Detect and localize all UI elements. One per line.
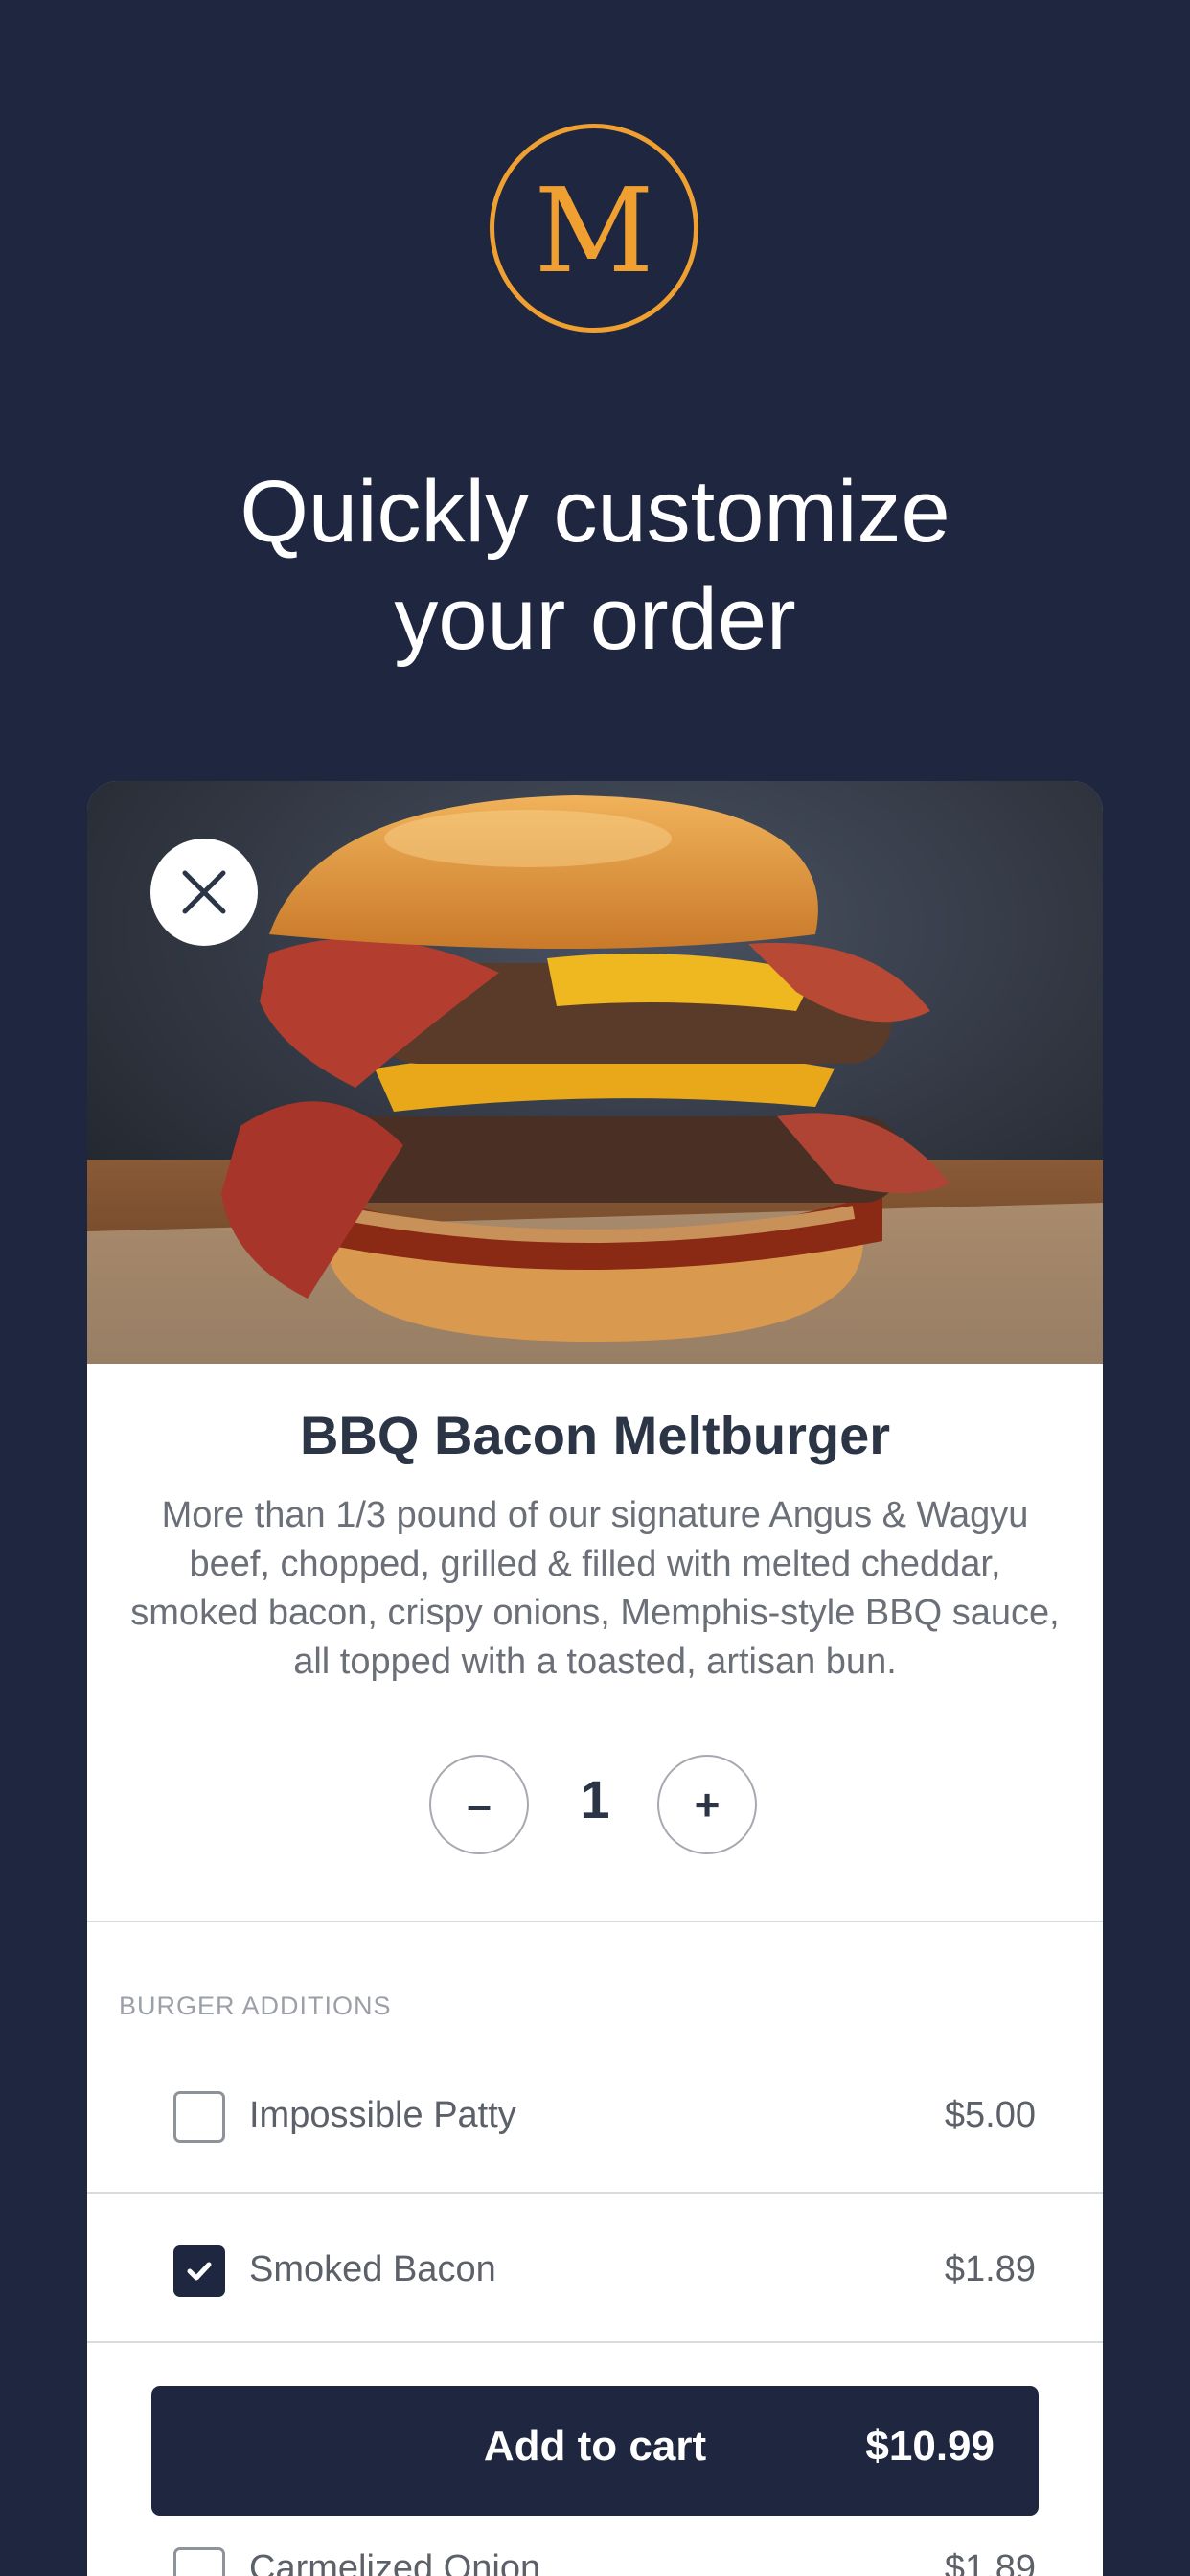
addition-price: $5.00 [944, 2095, 1036, 2135]
addition-label: Impossible Patty [249, 2095, 516, 2135]
addition-label: Carmelized Onion [249, 2548, 541, 2576]
row-divider [87, 2341, 1103, 2343]
increment-button[interactable]: + [657, 1755, 757, 1854]
divider [87, 1920, 1103, 1922]
addition-price: $1.89 [944, 2548, 1036, 2576]
brand-logo: M [490, 124, 698, 333]
logo-letter: M [534, 163, 654, 299]
quantity-value: 1 [580, 1769, 610, 1829]
item-card: BBQ Bacon Meltburger More than 1/3 pound… [87, 781, 1103, 2576]
addition-label: Smoked Bacon [249, 2249, 496, 2289]
decrement-button[interactable]: – [429, 1755, 529, 1854]
burger-photo [87, 781, 1103, 1364]
close-button[interactable] [150, 839, 258, 946]
checkbox-smoked-bacon[interactable] [173, 2245, 225, 2297]
headline-line-2: your order [394, 570, 796, 668]
headline: Quickly customize your order [0, 458, 1190, 673]
add-to-cart-button[interactable]: Add to cart $10.99 [151, 2386, 1039, 2516]
item-title: BBQ Bacon Meltburger [299, 1405, 891, 1465]
checkbox-impossible-patty[interactable] [173, 2091, 225, 2143]
check-icon [187, 2262, 212, 2281]
section-label: BURGER ADDITIONS [119, 1991, 392, 2020]
row-divider [87, 2192, 1103, 2194]
headline-line-1: Quickly customize [240, 463, 950, 561]
cart-total-price: $10.99 [865, 2423, 995, 2470]
addition-price: $1.89 [944, 2249, 1036, 2289]
close-icon [182, 870, 226, 914]
checkbox-carmelized-onion[interactable] [173, 2547, 225, 2576]
item-description: More than 1/3 pound of our signature Ang… [130, 1495, 1060, 1682]
screen: M Quickly customize your order BBQ Bacon… [0, 0, 1190, 2576]
